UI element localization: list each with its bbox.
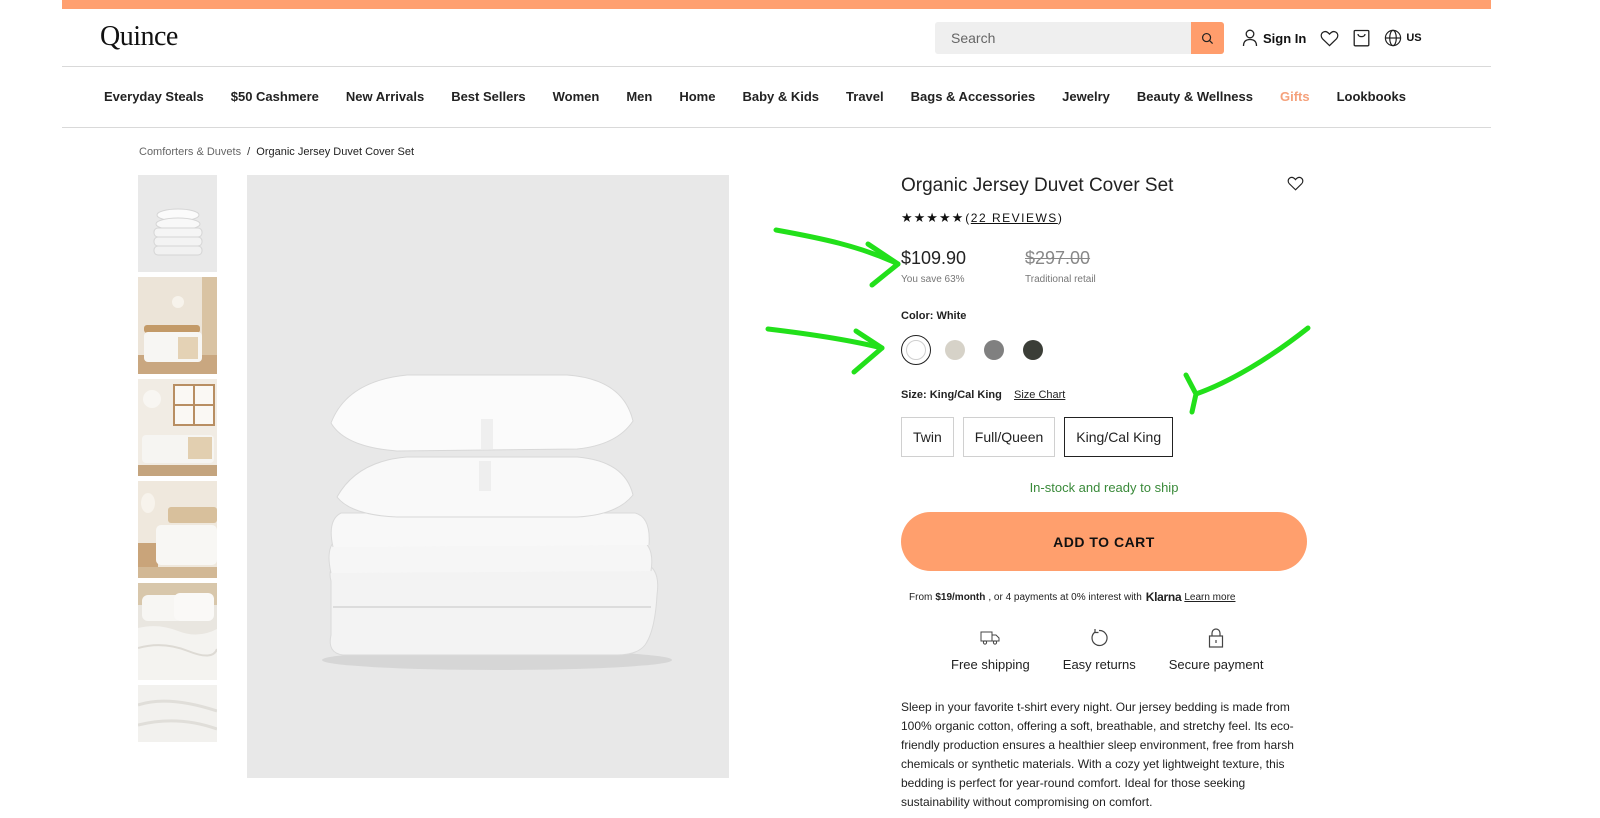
bag-icon [1353, 29, 1370, 47]
nav-item-men[interactable]: Men [626, 89, 652, 104]
swatch-charcoal[interactable] [1018, 335, 1048, 365]
nav-item-jewelry[interactable]: Jewelry [1062, 89, 1110, 104]
search-icon [1201, 32, 1214, 44]
nav-item-baby-kids[interactable]: Baby & Kids [742, 89, 819, 104]
thumbnail-bedroom-nightstand[interactable] [138, 481, 217, 578]
product-wishlist-button[interactable] [1287, 176, 1304, 196]
nav-item-gifts[interactable]: Gifts [1280, 89, 1310, 104]
swatch-grey[interactable] [979, 335, 1009, 365]
color-label: Color: White [901, 310, 967, 322]
breadcrumb-current: Organic Jersey Duvet Cover Set [256, 146, 415, 158]
arrow-to-price [773, 227, 901, 267]
thumbnail-list [138, 175, 217, 747]
perk-label: Easy returns [1062, 657, 1136, 672]
color-swatches [901, 335, 1057, 365]
nav-item-best-sellers[interactable]: Best Sellers [451, 89, 525, 104]
globe-icon [1385, 29, 1402, 47]
arrow-to-size-head [1183, 372, 1199, 415]
returns-icon [1091, 629, 1108, 647]
swatch-fill [984, 340, 1004, 360]
main-nav: Everyday Steals $50 Cashmere New Arrival… [62, 67, 1491, 128]
perk-easy-returns: Easy returns [1063, 627, 1136, 672]
wishlist-button[interactable] [1320, 30, 1339, 47]
promo-bar [62, 0, 1491, 9]
perk-secure-payment: Secure payment [1168, 627, 1264, 672]
arrow-to-price-head [865, 241, 901, 288]
thumbnail-bedroom-wall-lamp[interactable] [138, 277, 217, 374]
breadcrumb: Comforters & Duvets / Organic Jersey Duv… [139, 146, 414, 158]
thumbnail-bedding-closeup[interactable] [138, 583, 217, 680]
klarna-financing: From $19/month , or 4 payments at 0% int… [909, 590, 1235, 604]
rating-stars: ★★★★★ [901, 210, 965, 225]
size-label: Size: King/Cal King [901, 389, 1002, 401]
site-header: Quince Sign In US [62, 9, 1491, 67]
perk-label: Secure payment [1168, 657, 1264, 672]
perk-free-shipping: Free shipping [951, 627, 1030, 672]
nav-item-bags-accessories[interactable]: Bags & Accessories [911, 89, 1036, 104]
klarna-terms: , or 4 payments at 0% interest with [988, 591, 1142, 603]
klarna-learn-more-link[interactable]: Learn more [1184, 592, 1235, 603]
klarna-amount: $19/month [935, 591, 986, 603]
sale-price: $109.90 [901, 248, 967, 268]
truck-icon [980, 631, 1000, 645]
locale-label: US [1406, 32, 1422, 44]
size-chart-link[interactable]: Size Chart [1014, 389, 1065, 401]
savings-text: You save 63% [901, 274, 965, 285]
arrow-to-swatches [765, 326, 885, 351]
arrow-to-swatches-head [851, 328, 885, 375]
stock-status: In-stock and ready to ship [1029, 480, 1179, 495]
lock-icon [1208, 628, 1224, 648]
search-bar [935, 22, 1224, 54]
swatch-fill [945, 340, 965, 360]
size-option-twin[interactable]: Twin [901, 417, 954, 457]
product-title: Organic Jersey Duvet Cover Set [901, 175, 1174, 196]
nav-item-beauty-wellness[interactable]: Beauty & Wellness [1137, 89, 1253, 104]
breadcrumb-parent[interactable]: Comforters & Duvets [139, 146, 241, 158]
heart-icon [1287, 176, 1304, 191]
search-input[interactable] [935, 22, 1190, 54]
breadcrumb-separator: / [247, 146, 251, 158]
nav-item-everyday-steals[interactable]: Everyday Steals [104, 89, 204, 104]
size-option-king-cal-king[interactable]: King/Cal King [1064, 417, 1174, 457]
reviews-close-paren: ) [1057, 211, 1064, 225]
search-button[interactable] [1191, 22, 1224, 54]
user-icon [1242, 29, 1258, 47]
nav-item-women[interactable]: Women [553, 89, 600, 104]
size-options: Twin Full/Queen King/Cal King [901, 417, 1182, 457]
product-rating: ★★★★★ (22 REVIEWS) [901, 210, 1063, 226]
swatch-fill [1023, 340, 1043, 360]
perk-label: Free shipping [951, 657, 1030, 672]
header-actions: Sign In US [1242, 27, 1422, 49]
thumbnail-stacked-bedding[interactable] [138, 175, 217, 272]
locale-selector[interactable]: US [1384, 29, 1422, 47]
swatch-sand[interactable] [940, 335, 970, 365]
sign-in-link[interactable]: Sign In [1242, 29, 1306, 47]
arrow-to-size [1193, 325, 1311, 397]
cart-button[interactable] [1353, 29, 1370, 47]
original-price-label: Traditional retail [1025, 274, 1096, 285]
nav-item-lookbooks[interactable]: Lookbooks [1337, 89, 1406, 104]
nav-item-new-arrivals[interactable]: New Arrivals [346, 89, 424, 104]
size-option-full-queen[interactable]: Full/Queen [962, 417, 1056, 457]
nav-item-home[interactable]: Home [679, 89, 715, 104]
klarna-logo: Klarna [1145, 590, 1182, 604]
swatch-fill [906, 340, 926, 360]
site-logo[interactable]: Quince [100, 21, 178, 53]
swatch-white[interactable] [901, 335, 931, 365]
reviews-link[interactable]: 22 REVIEWS [971, 211, 1058, 225]
original-price: $297.00 [1025, 248, 1091, 268]
rating-reviews: (22 REVIEWS) [965, 211, 1063, 225]
add-to-cart-button[interactable]: ADD TO CART [901, 512, 1307, 571]
nav-item-50-cashmere[interactable]: $50 Cashmere [231, 89, 319, 104]
klarna-prefix: From [909, 591, 933, 603]
nav-item-travel[interactable]: Travel [846, 89, 884, 104]
perks-row: Free shipping Easy returns Secure paymen… [951, 627, 1263, 672]
sign-in-label: Sign In [1263, 30, 1307, 46]
product-description: Sleep in your favorite t-shirt every nig… [901, 700, 1294, 809]
thumbnail-fabric-detail[interactable] [138, 685, 217, 742]
thumbnail-bedroom-window[interactable] [138, 379, 217, 476]
heart-icon [1320, 30, 1339, 46]
product-main-image[interactable] [247, 175, 729, 778]
